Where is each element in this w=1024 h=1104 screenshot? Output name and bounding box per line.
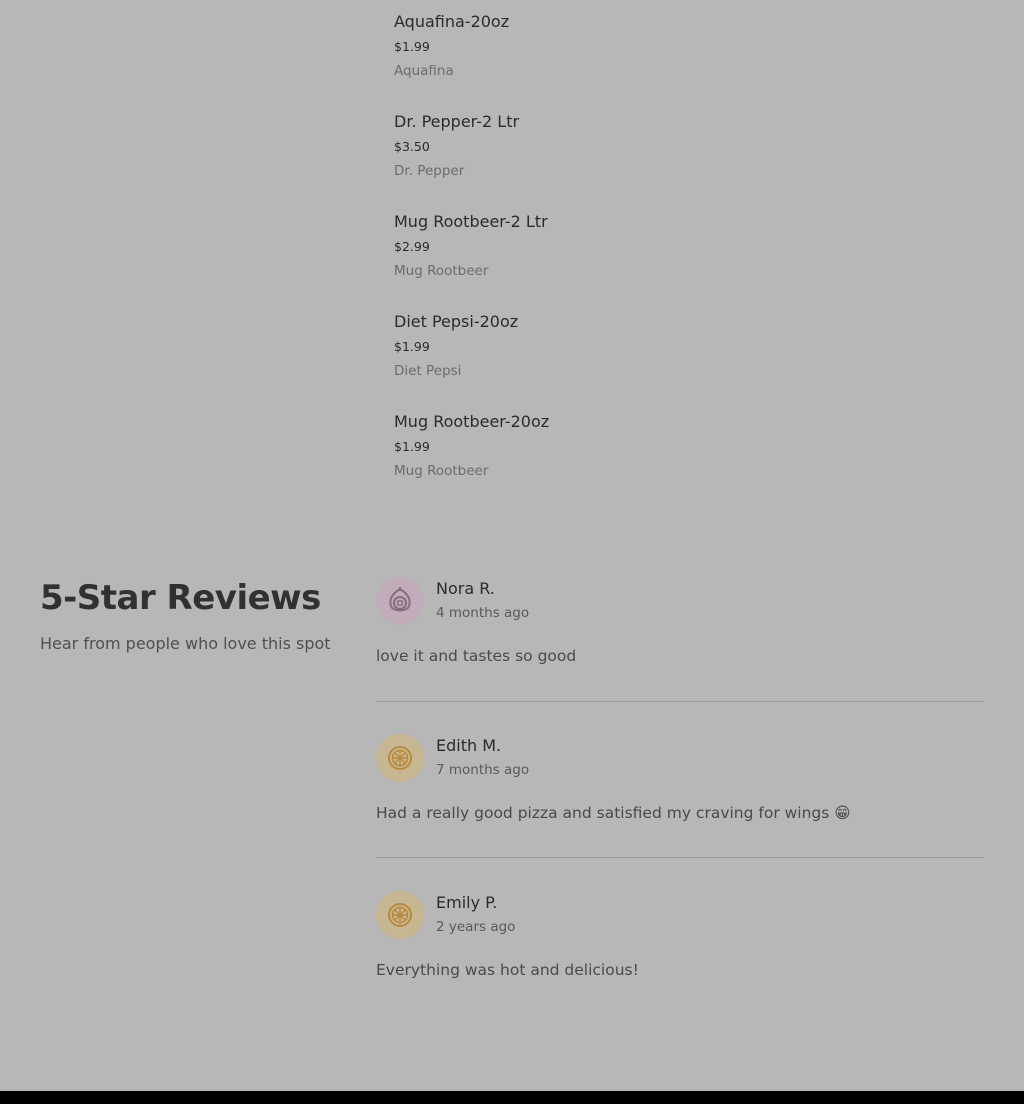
menu-item-name: Diet Pepsi-20oz (394, 312, 519, 331)
reviewer-name: Nora R. (436, 579, 495, 598)
reviews-heading: 5-Star Reviews (40, 578, 321, 618)
menu-item-price: $1.99 (394, 39, 430, 54)
avatar (376, 891, 424, 939)
menu-item-name: Dr. Pepper-2 Ltr (394, 112, 520, 131)
review-text: Everything was hot and delicious! (376, 961, 639, 979)
review-date: 4 months ago (436, 605, 530, 621)
reviewer-name: Emily P. (436, 893, 498, 912)
reviewer-name: Edith M. (436, 736, 502, 755)
review-text: love it and tastes so good (376, 647, 577, 665)
orange-slice-icon (388, 903, 412, 927)
footer-bar (0, 1091, 1024, 1104)
menu-item-description: Aquafina (394, 63, 454, 79)
menu-item-description: Mug Rootbeer (394, 263, 489, 279)
menu-item-price: $2.99 (394, 239, 430, 254)
menu-item-description: Mug Rootbeer (394, 463, 489, 479)
menu-item-name: Aquafina-20oz (394, 12, 510, 31)
menu-item-description: Dr. Pepper (394, 163, 465, 179)
menu-item-price: $3.50 (394, 139, 430, 154)
review-date: 7 months ago (436, 762, 530, 778)
reviews-subtitle: Hear from people who love this spot (40, 634, 331, 653)
avatar (376, 577, 424, 625)
onion-icon (389, 587, 411, 612)
menu-item-name: Mug Rootbeer-2 Ltr (394, 212, 548, 231)
review-text: Had a really good pizza and satisfied my… (376, 804, 851, 822)
menu-item-price: $1.99 (394, 339, 430, 354)
avatar (376, 734, 424, 782)
review-divider (376, 857, 984, 858)
menu-item-name: Mug Rootbeer-20oz (394, 412, 550, 431)
orange-slice-icon (388, 746, 412, 770)
menu-item-description: Diet Pepsi (394, 363, 462, 379)
menu-item-price: $1.99 (394, 439, 430, 454)
review-divider (376, 701, 984, 702)
review-date: 2 years ago (436, 919, 516, 935)
